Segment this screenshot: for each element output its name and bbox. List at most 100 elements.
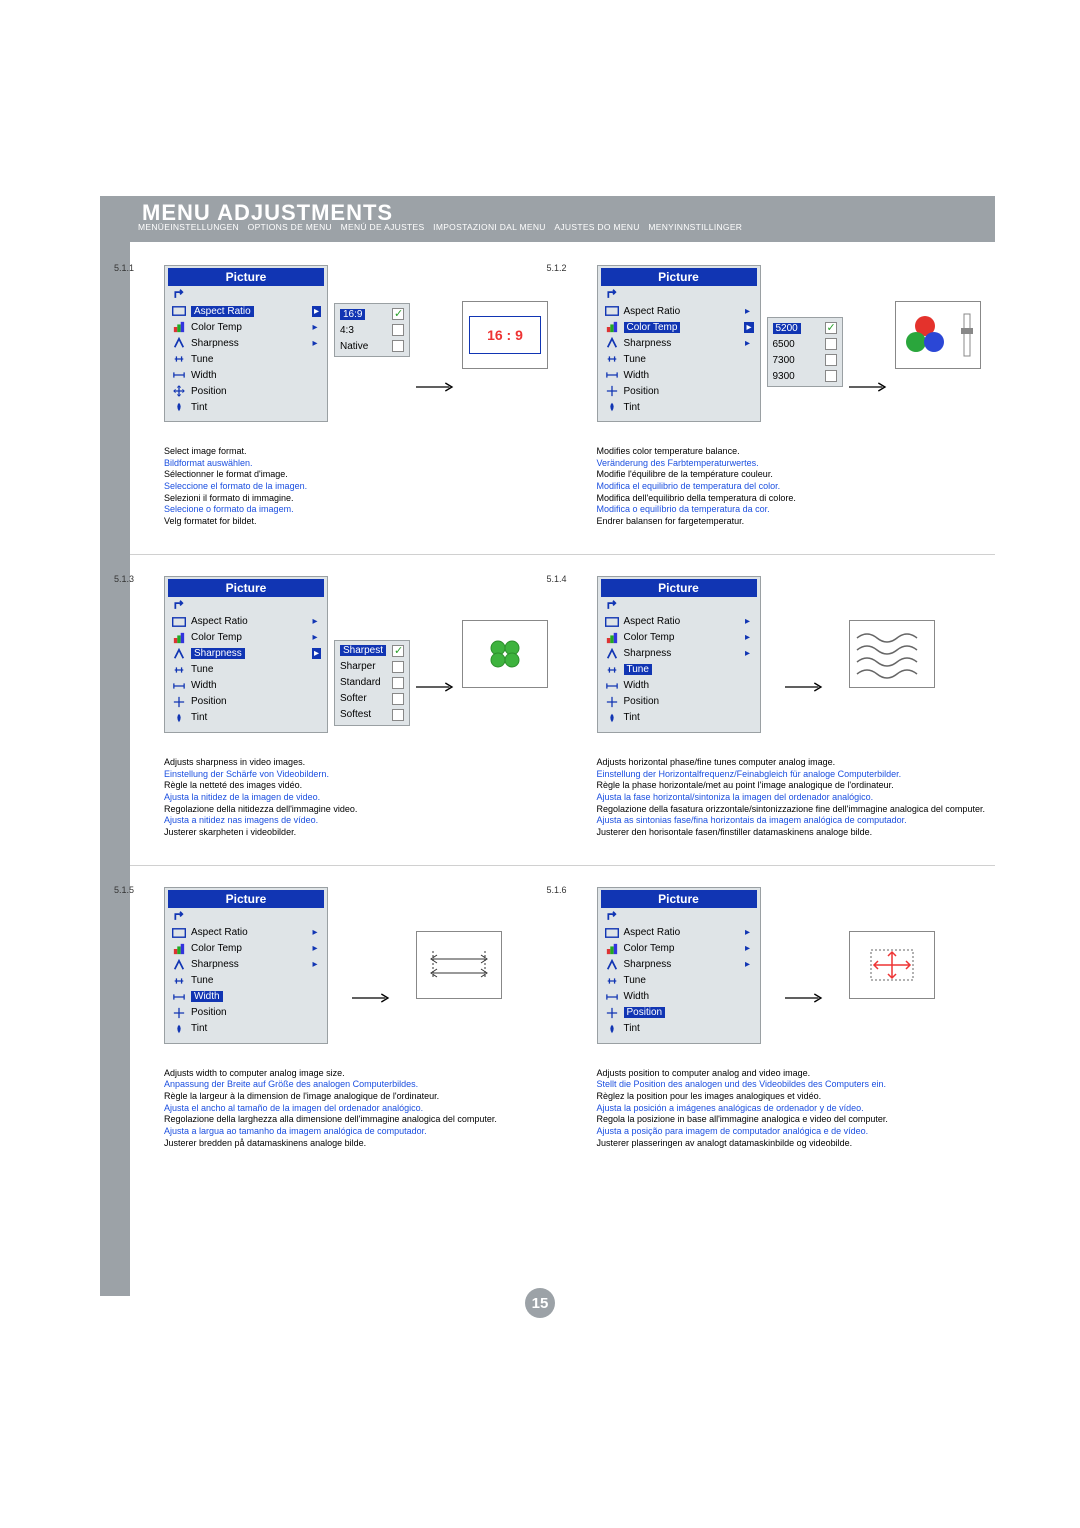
sub-no: MENYINNSTILLINGER bbox=[648, 222, 742, 232]
menu-position[interactable]: Position bbox=[167, 694, 325, 710]
menu-position[interactable]: Position bbox=[600, 1005, 758, 1021]
menu-position[interactable]: Position bbox=[167, 1005, 325, 1021]
submenu-9300[interactable]: 9300 bbox=[770, 368, 840, 384]
menu-tune[interactable]: Tune bbox=[600, 351, 758, 367]
menu-tint[interactable]: Tint bbox=[600, 710, 758, 726]
arrow-right-icon bbox=[416, 380, 456, 398]
menu-color-temp[interactable]: Color Temp▸ bbox=[167, 630, 325, 646]
back-icon bbox=[600, 910, 758, 925]
menu-position[interactable]: Position bbox=[600, 383, 758, 399]
menu-tune[interactable]: Tune bbox=[167, 973, 325, 989]
sub-fr: OPTIONS DE MENU bbox=[248, 222, 332, 232]
submenu-43[interactable]: 4:3 bbox=[337, 322, 407, 338]
submenu-sharper[interactable]: Sharper bbox=[337, 659, 407, 675]
submenu-softest[interactable]: Softest bbox=[337, 707, 407, 723]
menu-width[interactable]: Width bbox=[167, 367, 325, 383]
menu-tint[interactable]: Tint bbox=[167, 710, 325, 726]
menu-width[interactable]: Width bbox=[600, 367, 758, 383]
menu-aspect-ratio[interactable]: Aspect Ratio▸ bbox=[600, 303, 758, 319]
menu-tune[interactable]: Tune bbox=[167, 662, 325, 678]
section-number: 5.1.4 bbox=[547, 574, 567, 584]
osd-menu: Picture Aspect Ratio▸ Color Temp▸ Sharpn… bbox=[164, 576, 328, 733]
menu-aspect-ratio[interactable]: Aspect Ratio▸ bbox=[600, 925, 758, 941]
checkbox-checked-icon bbox=[392, 645, 404, 657]
preview-colortemp bbox=[895, 301, 981, 369]
menu-tint[interactable]: Tint bbox=[167, 399, 325, 415]
separator bbox=[130, 554, 995, 555]
menu-tune[interactable]: Tune bbox=[167, 351, 325, 367]
section-514: 5.1.4 Picture Aspect Ratio▸ Color Temp▸ … bbox=[563, 570, 996, 845]
checkbox-icon bbox=[392, 709, 404, 721]
menu-color-temp[interactable]: Color Temp▸ bbox=[167, 941, 325, 957]
section-511: 5.1.1 Picture Aspect Ratio ▸ Color Temp▸… bbox=[130, 259, 563, 534]
back-icon bbox=[600, 599, 758, 614]
menu-aspect-ratio[interactable]: Aspect Ratio▸ bbox=[167, 925, 325, 941]
menu-color-temp[interactable]: Color Temp▸ bbox=[600, 319, 758, 335]
menu-tune[interactable]: Tune bbox=[600, 662, 758, 678]
menu-tint[interactable]: Tint bbox=[167, 1021, 325, 1037]
submenu-5200[interactable]: 5200 bbox=[770, 320, 840, 336]
menu-position[interactable]: Position bbox=[167, 383, 325, 399]
submenu-169[interactable]: 16:9 bbox=[337, 306, 407, 322]
position-arrows-icon bbox=[857, 940, 927, 990]
clover-icon bbox=[482, 634, 528, 674]
checkbox-icon bbox=[392, 677, 404, 689]
submenu-native[interactable]: Native bbox=[337, 338, 407, 354]
submenu-sharpest[interactable]: Sharpest bbox=[337, 643, 407, 659]
checkbox-icon bbox=[825, 338, 837, 350]
menu-width[interactable]: Width bbox=[600, 678, 758, 694]
menu-sharpness[interactable]: Sharpness▸ bbox=[600, 957, 758, 973]
submenu-softer[interactable]: Softer bbox=[337, 691, 407, 707]
tint-icon bbox=[171, 401, 187, 413]
position-icon bbox=[171, 385, 187, 397]
header-subtitles: MENÜEINSTELLUNGEN OPTIONS DE MENU MENÚ D… bbox=[138, 222, 990, 232]
preview-width bbox=[416, 931, 502, 999]
menu-aspect-ratio[interactable]: Aspect Ratio▸ bbox=[600, 614, 758, 630]
menu-sharpness[interactable]: Sharpness▸ bbox=[167, 335, 325, 351]
submenu-7300[interactable]: 7300 bbox=[770, 352, 840, 368]
width-arrows-icon bbox=[421, 945, 497, 985]
desc-512: Modifies color temperature balance. Verä… bbox=[597, 446, 990, 528]
menu-width[interactable]: Width bbox=[167, 989, 325, 1005]
menu-color-temp[interactable]: Color Temp▸ bbox=[600, 630, 758, 646]
menu-position[interactable]: Position bbox=[600, 694, 758, 710]
menu-tint[interactable]: Tint bbox=[600, 399, 758, 415]
arrow-right-icon bbox=[785, 991, 825, 1009]
menu-color-temp[interactable]: Color Temp▸ bbox=[600, 941, 758, 957]
separator bbox=[130, 865, 995, 866]
desc-it: Selezioni il formato di immagine. bbox=[164, 493, 557, 505]
desc-no: Velg formatet for bildet. bbox=[164, 516, 557, 528]
page-number: 15 bbox=[525, 1288, 555, 1318]
desc-de: Bildformat auswählen. bbox=[164, 458, 557, 470]
sharpness-icon bbox=[171, 337, 187, 349]
menu-tune[interactable]: Tune bbox=[600, 973, 758, 989]
row-3: 5.1.5 Picture Aspect Ratio▸ Color Temp▸ … bbox=[130, 880, 995, 1156]
menu-width[interactable]: Width bbox=[167, 678, 325, 694]
sub-pt: AJUSTES DO MENU bbox=[554, 222, 639, 232]
checkbox-icon bbox=[392, 661, 404, 673]
row-2: 5.1.3 Picture Aspect Ratio▸ Color Temp▸ … bbox=[130, 569, 995, 845]
menu-sharpness[interactable]: Sharpness▸ bbox=[167, 646, 325, 662]
rgb-circles-icon bbox=[900, 310, 950, 360]
submenu-colortemp: 5200 6500 7300 9300 bbox=[767, 317, 843, 387]
sub-es: MENÚ DE AJUSTES bbox=[341, 222, 425, 232]
menu-width[interactable]: Width bbox=[600, 989, 758, 1005]
menu-aspect-ratio[interactable]: Aspect Ratio ▸ bbox=[167, 303, 325, 319]
menu-sharpness[interactable]: Sharpness▸ bbox=[167, 957, 325, 973]
submenu-6500[interactable]: 6500 bbox=[770, 336, 840, 352]
color-temp-icon bbox=[171, 321, 187, 333]
submenu-standard[interactable]: Standard bbox=[337, 675, 407, 691]
menu-aspect-ratio[interactable]: Aspect Ratio▸ bbox=[167, 614, 325, 630]
menu-color-temp[interactable]: Color Temp▸ bbox=[167, 319, 325, 335]
preview-position bbox=[849, 931, 935, 999]
checkbox-checked-icon bbox=[825, 322, 837, 334]
menu-sharpness[interactable]: Sharpness▸ bbox=[600, 335, 758, 351]
header-bar: MENU ADJUSTMENTS bbox=[130, 196, 995, 242]
section-number: 5.1.3 bbox=[114, 574, 134, 584]
menu-sharpness[interactable]: Sharpness▸ bbox=[600, 646, 758, 662]
desc-514: Adjusts horizontal phase/fine tunes comp… bbox=[597, 757, 990, 839]
section-513: 5.1.3 Picture Aspect Ratio▸ Color Temp▸ … bbox=[130, 570, 563, 845]
menu-tint[interactable]: Tint bbox=[600, 1021, 758, 1037]
section-number: 5.1.5 bbox=[114, 885, 134, 895]
desc-513: Adjusts sharpness in video images. Einst… bbox=[164, 757, 557, 839]
